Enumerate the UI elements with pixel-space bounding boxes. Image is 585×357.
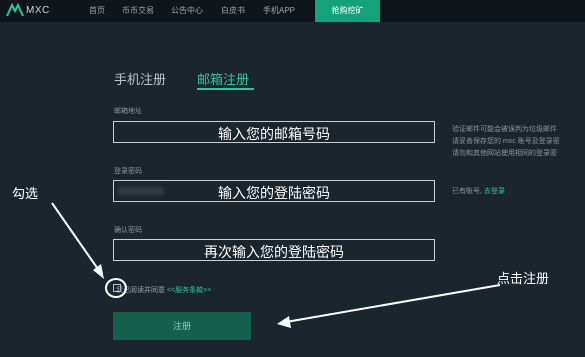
annotation-arrows — [51, 202, 501, 328]
arrow-to-checkbox — [51, 202, 104, 279]
arrow-to-register — [277, 284, 501, 328]
